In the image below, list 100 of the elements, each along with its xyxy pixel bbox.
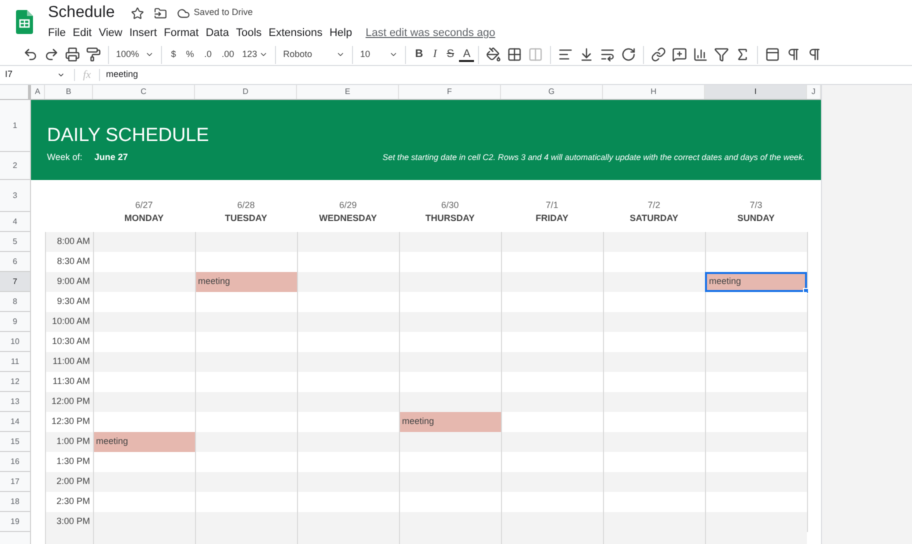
table-cell[interactable] xyxy=(705,472,807,492)
table-cell[interactable] xyxy=(501,232,603,252)
table-cell[interactable] xyxy=(195,352,297,372)
column-header[interactable]: F xyxy=(399,85,501,99)
table-cell[interactable] xyxy=(93,392,195,412)
table-cell[interactable] xyxy=(501,472,603,492)
event-cell[interactable]: meeting xyxy=(195,272,297,292)
table-cell[interactable] xyxy=(501,512,603,532)
row-header[interactable]: 7 xyxy=(0,272,31,292)
table-cell[interactable] xyxy=(297,512,399,532)
row-header[interactable]: 8 xyxy=(0,292,31,312)
row-header[interactable]: 18 xyxy=(0,492,31,512)
table-cell[interactable] xyxy=(195,232,297,252)
table-cell[interactable] xyxy=(705,392,807,412)
column-header[interactable]: C xyxy=(93,85,195,99)
table-cell[interactable] xyxy=(501,352,603,372)
row-header[interactable]: 6 xyxy=(0,252,31,272)
menu-item[interactable]: Extensions xyxy=(265,25,326,42)
formula-field[interactable]: meeting xyxy=(106,68,912,82)
row-header[interactable]: 14 xyxy=(0,412,31,432)
table-cell[interactable] xyxy=(297,432,399,452)
last-edit-link[interactable]: Last edit was seconds ago xyxy=(366,25,496,42)
row-header[interactable]: 13 xyxy=(0,392,31,412)
table-cell[interactable] xyxy=(399,312,501,332)
table-cell[interactable] xyxy=(603,472,705,492)
column-header[interactable]: D xyxy=(195,85,297,99)
table-cell[interactable] xyxy=(399,512,501,532)
table-cell[interactable] xyxy=(705,232,807,252)
name-box[interactable]: I7 xyxy=(0,68,68,82)
table-cell[interactable] xyxy=(399,472,501,492)
font-dropdown[interactable]: Roboto xyxy=(280,48,348,62)
row-header[interactable]: 9 xyxy=(0,312,31,332)
row-header[interactable]: 15 xyxy=(0,432,31,452)
table-cell[interactable] xyxy=(501,392,603,412)
menu-item[interactable]: View xyxy=(95,25,126,42)
menu-item[interactable]: Insert xyxy=(126,25,160,42)
row-header[interactable]: 3 xyxy=(0,180,31,212)
menu-item[interactable]: File xyxy=(48,25,70,42)
move-folder-icon[interactable] xyxy=(154,6,167,20)
row-header[interactable]: 5 xyxy=(0,232,31,252)
column-header[interactable]: B xyxy=(45,85,93,99)
table-cell[interactable] xyxy=(603,312,705,332)
sheets-logo-icon[interactable] xyxy=(16,10,32,34)
row-header[interactable]: 12 xyxy=(0,372,31,392)
table-cell[interactable] xyxy=(93,352,195,372)
table-cell[interactable] xyxy=(501,272,603,292)
table-cell[interactable] xyxy=(93,312,195,332)
table-cell[interactable] xyxy=(603,432,705,452)
decrease-decimal-button[interactable]: .0 xyxy=(199,48,217,62)
column-header[interactable]: A xyxy=(31,85,45,99)
table-cell[interactable] xyxy=(195,432,297,452)
menu-item[interactable]: Data xyxy=(202,25,232,42)
zoom-dropdown[interactable]: 100% xyxy=(113,48,158,62)
star-icon[interactable] xyxy=(130,6,144,20)
table-cell[interactable] xyxy=(501,432,603,452)
table-cell[interactable] xyxy=(399,352,501,372)
row-header[interactable]: 19 xyxy=(0,512,31,532)
table-cell[interactable] xyxy=(705,312,807,332)
table-cell[interactable] xyxy=(399,272,501,292)
table-cell[interactable] xyxy=(297,312,399,332)
table-cell[interactable] xyxy=(93,512,195,532)
table-cell[interactable] xyxy=(705,292,807,312)
menu-item[interactable]: Help xyxy=(326,25,356,42)
row-header[interactable]: 11 xyxy=(0,352,31,372)
table-cell[interactable] xyxy=(603,392,705,412)
increase-decimal-button[interactable]: .00 xyxy=(216,48,240,62)
column-header[interactable]: I xyxy=(705,85,807,99)
document-title[interactable]: Schedule xyxy=(48,1,115,25)
column-header[interactable]: G xyxy=(501,85,603,99)
table-cell[interactable] xyxy=(297,352,399,372)
table-cell[interactable] xyxy=(603,512,705,532)
table-cell[interactable] xyxy=(195,392,297,412)
table-cell[interactable] xyxy=(195,472,297,492)
table-cell[interactable] xyxy=(603,232,705,252)
row-header[interactable]: 17 xyxy=(0,472,31,492)
table-cell[interactable] xyxy=(93,272,195,292)
column-header[interactable]: E xyxy=(297,85,399,99)
menu-item[interactable]: Edit xyxy=(69,25,96,42)
table-cell[interactable] xyxy=(195,512,297,532)
bold-button[interactable]: B xyxy=(410,46,428,63)
percent-format-button[interactable]: % xyxy=(181,48,200,62)
table-cell[interactable] xyxy=(705,352,807,372)
table-cell[interactable] xyxy=(603,352,705,372)
font-size-dropdown[interactable]: 10 xyxy=(357,48,402,62)
event-cell[interactable]: meeting xyxy=(399,412,501,432)
strikethrough-button[interactable]: S xyxy=(442,46,460,63)
currency-format-button[interactable]: $ xyxy=(166,48,182,62)
table-cell[interactable] xyxy=(603,272,705,292)
row-header[interactable]: 16 xyxy=(0,452,31,472)
event-cell[interactable]: meeting xyxy=(705,272,807,292)
table-cell[interactable] xyxy=(399,432,501,452)
table-cell[interactable] xyxy=(399,392,501,412)
number-format-dropdown[interactable]: 123 xyxy=(239,48,272,62)
table-cell[interactable] xyxy=(399,232,501,252)
table-cell[interactable] xyxy=(297,272,399,292)
table-cell[interactable] xyxy=(93,232,195,252)
italic-button[interactable]: I xyxy=(428,46,442,63)
table-cell[interactable] xyxy=(297,392,399,412)
text-color-button[interactable]: A xyxy=(459,48,474,62)
table-cell[interactable] xyxy=(93,472,195,492)
